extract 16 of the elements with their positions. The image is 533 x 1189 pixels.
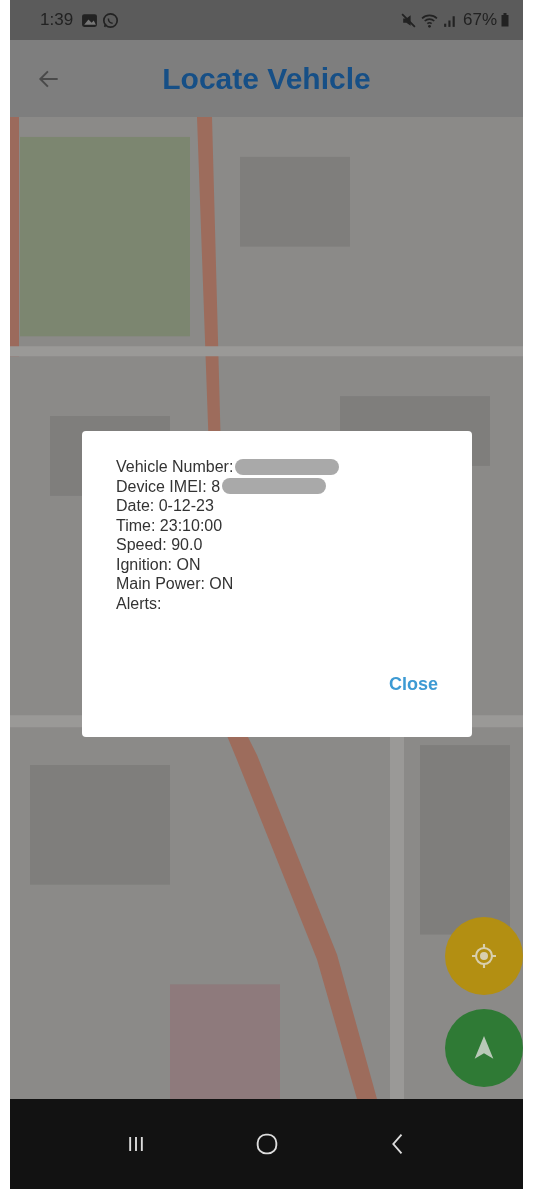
chat-icon (102, 11, 120, 29)
info-line: Vehicle Number: (116, 457, 234, 477)
status-time: 1:39 (40, 10, 74, 30)
close-button[interactable]: Close (388, 670, 438, 699)
info-line: Device IMEI: 8 (116, 476, 221, 496)
info-line: Ignition: ON (116, 554, 201, 574)
info-line: Speed: 90.0 (116, 535, 203, 555)
gallery-icon (81, 11, 99, 29)
screen-title: Locate Vehicle (162, 61, 371, 96)
info-line: Main Power: ON (116, 574, 234, 594)
info-line: Alerts: (116, 593, 162, 613)
battery-percent: 67% (462, 10, 497, 30)
info-line: Time: 23:10:00 (116, 515, 223, 535)
battery-icon (501, 13, 509, 27)
info-line: Date: 0-12-23 (116, 496, 214, 516)
mute-icon (399, 11, 417, 29)
